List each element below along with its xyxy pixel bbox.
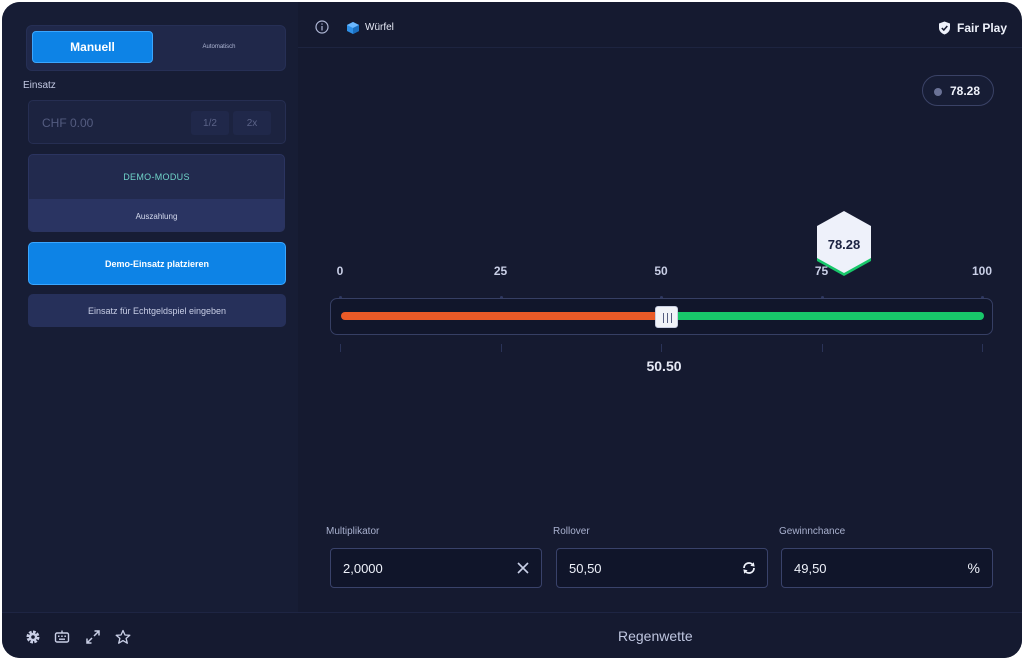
mode-toggle: Manuell Automatisch xyxy=(26,25,286,71)
win-chance-field[interactable]: 49,50 % xyxy=(781,548,993,588)
game-title: Würfel xyxy=(365,22,394,33)
stake-label: Einsatz xyxy=(23,80,56,91)
cube-icon xyxy=(347,22,359,34)
win-chance-value: 49,50 xyxy=(794,561,827,576)
result-dot xyxy=(934,88,942,96)
roll-result-value: 78.28 xyxy=(827,237,861,252)
demo-mode-box: DEMO-MODUS Auszahlung xyxy=(28,154,285,232)
game-frame: Manuell Automatisch Einsatz CHF 0.00 1/2… xyxy=(2,2,1022,658)
footer-title: Regenwette xyxy=(618,628,693,644)
shield-check-icon xyxy=(939,21,950,35)
slider-tick-label: 0 xyxy=(336,264,344,278)
slider-tick-line xyxy=(500,344,502,352)
refresh-icon[interactable] xyxy=(741,560,757,576)
slider-tick-line xyxy=(661,344,662,352)
place-demo-bet-button[interactable]: Demo-Einsatz platzieren xyxy=(28,242,286,285)
header-divider xyxy=(298,47,1022,48)
win-range xyxy=(665,312,984,320)
demo-mode-title: DEMO-MODUS xyxy=(123,172,190,182)
expand-icon[interactable] xyxy=(85,629,101,645)
payout-label: Auszahlung xyxy=(29,199,284,231)
slider-tick-line xyxy=(340,344,341,352)
bet-panel: Manuell Automatisch Einsatz CHF 0.00 1/2… xyxy=(2,2,298,612)
lose-range xyxy=(341,312,666,320)
slider-tick-line xyxy=(821,344,823,352)
grip-icon xyxy=(662,313,672,323)
last-result-value: 78.28 xyxy=(950,84,981,98)
rollover-label: Rollover xyxy=(553,526,590,537)
slider-handle[interactable] xyxy=(654,306,678,328)
settings-icon[interactable] xyxy=(25,629,41,645)
multiplier-value: 2,0000 xyxy=(343,561,383,576)
auto-mode-button[interactable]: Automatisch xyxy=(157,31,281,63)
footer-bar: Regenwette xyxy=(2,612,1022,658)
stake-input[interactable]: CHF 0.00 1/2 2x xyxy=(28,100,286,144)
slider-tick-label: 50 xyxy=(654,264,668,278)
win-chance-label: Gewinnchance xyxy=(779,526,846,537)
slider-tick-label: 25 xyxy=(493,264,508,278)
percent-sign: % xyxy=(967,560,980,576)
roll-slider[interactable] xyxy=(330,298,993,335)
last-result-badge[interactable]: 78.28 xyxy=(922,75,994,106)
close-icon[interactable] xyxy=(515,560,531,576)
multiplier-label: Multiplikator xyxy=(326,526,380,537)
info-icon[interactable] xyxy=(315,20,329,34)
star-icon[interactable] xyxy=(115,629,131,645)
fair-play-button[interactable]: Fair Play xyxy=(957,21,1007,35)
real-money-button[interactable]: Einsatz für Echtgeldspiel eingeben xyxy=(28,294,286,327)
multiplier-field[interactable]: 2,0000 xyxy=(330,548,542,588)
stake-value: CHF 0.00 xyxy=(42,116,94,130)
slider-tick-line xyxy=(982,344,983,352)
rollover-value: 50,50 xyxy=(569,561,602,576)
slider-tick-label: 75 xyxy=(814,264,829,278)
manual-mode-button[interactable]: Manuell xyxy=(32,31,153,63)
keyboard-icon[interactable] xyxy=(54,629,70,645)
half-stake-button[interactable]: 1/2 xyxy=(191,111,229,135)
double-stake-button[interactable]: 2x xyxy=(233,111,271,135)
rollover-field[interactable]: 50,50 xyxy=(556,548,768,588)
slider-tick-label: 100 xyxy=(971,264,993,278)
slider-value: 50.50 xyxy=(646,358,682,374)
